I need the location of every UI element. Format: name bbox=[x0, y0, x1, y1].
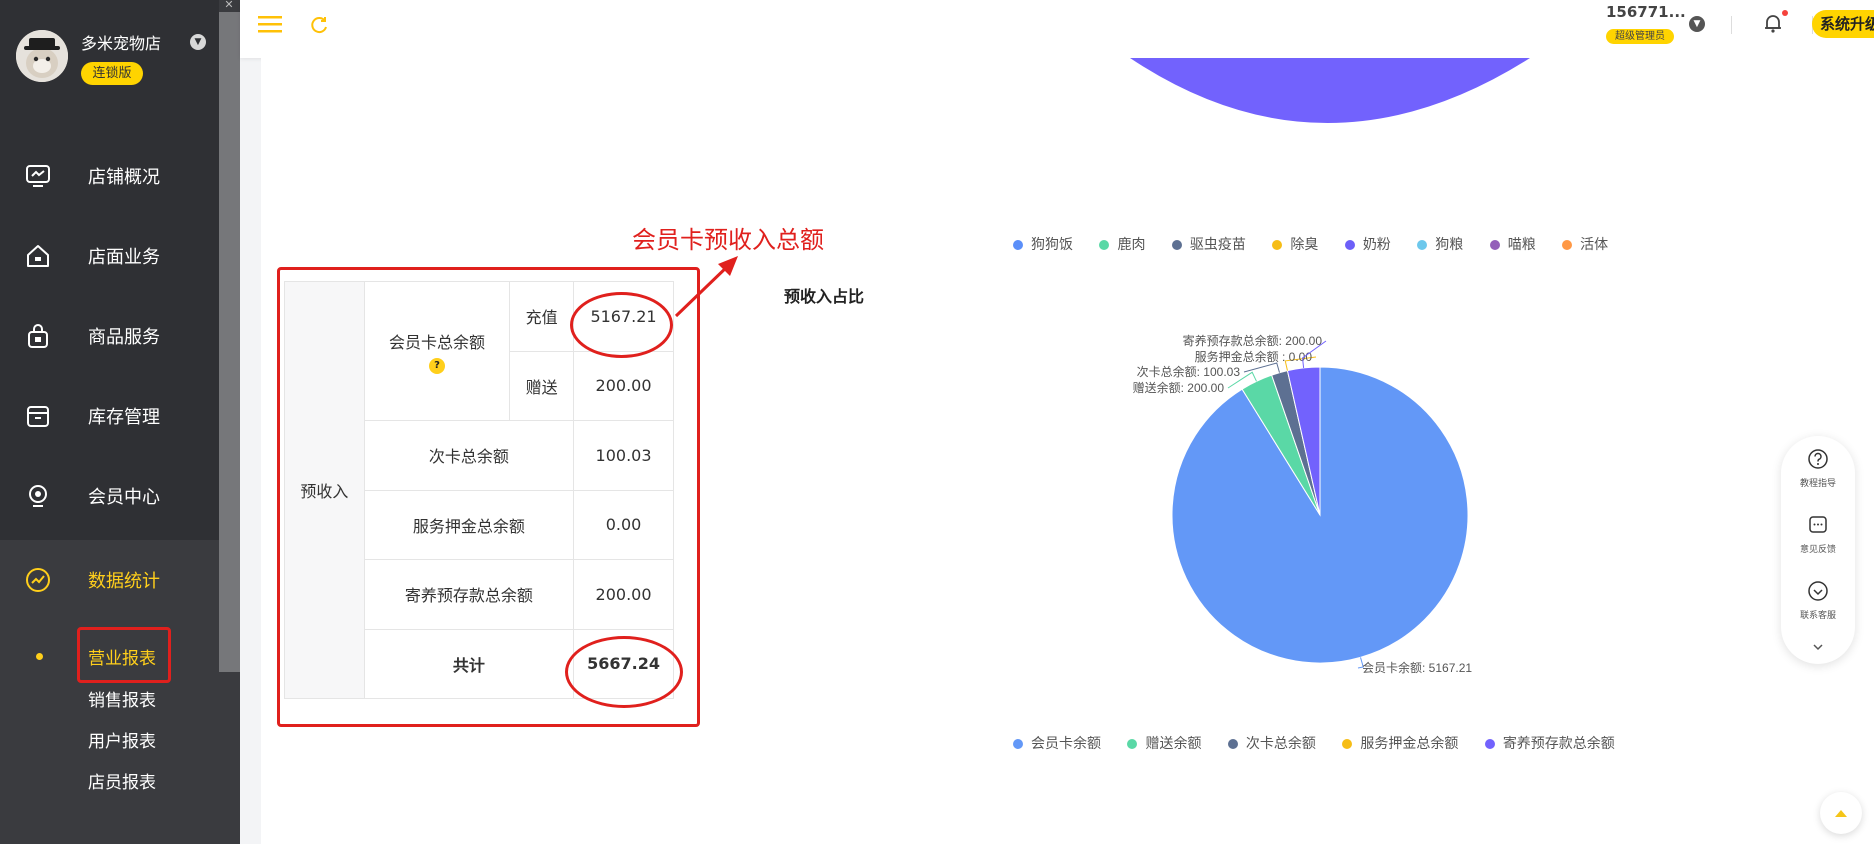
gift-value: 200.00 bbox=[573, 350, 674, 421]
service-label: 联系客服 bbox=[1799, 611, 1836, 621]
notification-dot bbox=[1782, 10, 1788, 16]
prefix-cell: 预收入 bbox=[284, 281, 365, 699]
sidebar-scrollbar-thumb[interactable] bbox=[219, 12, 240, 672]
submenu-user-report[interactable]: 用户报表 bbox=[88, 727, 156, 752]
legend-item[interactable]: 寄养预存款总余额 bbox=[1484, 733, 1615, 753]
question-icon bbox=[1808, 449, 1828, 469]
user-account[interactable]: 156771... bbox=[1606, 3, 1686, 21]
legend-item[interactable]: 活体 bbox=[1562, 234, 1608, 254]
legend-item[interactable]: 奶粉 bbox=[1344, 234, 1391, 254]
nav-label: 店铺概况 bbox=[88, 167, 160, 188]
legend-item[interactable]: 赠送余额 bbox=[1127, 733, 1201, 753]
legend-item[interactable]: 会员卡余额 bbox=[1013, 733, 1101, 753]
trend-icon bbox=[26, 568, 50, 592]
chart-legend: 会员卡余额 赠送余额 次卡总余额 服务押金总余额 寄养预存款总余额 bbox=[1013, 733, 1637, 753]
highlight-ellipse bbox=[565, 636, 683, 708]
legend-item[interactable]: 除臭 bbox=[1272, 234, 1318, 254]
user-dropdown-icon[interactable]: ▼ bbox=[1689, 16, 1705, 32]
nav-item-member-center[interactable]: 会员中心 bbox=[0, 456, 219, 536]
feedback-button[interactable]: 意见反馈 bbox=[1781, 514, 1855, 555]
pie-label: 寄养预存款总余额: 200.00 bbox=[1183, 333, 1323, 348]
arrow-up-icon bbox=[1835, 810, 1847, 817]
menu-icon[interactable] bbox=[258, 14, 282, 34]
row-value: 100.03 bbox=[573, 420, 674, 491]
nav-item-goods-service[interactable]: 商品服务 bbox=[0, 296, 219, 376]
previous-chart-pie bbox=[1130, 58, 1530, 123]
submenu-staff-report[interactable]: 店员报表 bbox=[88, 768, 156, 793]
nav-label: 商品服务 bbox=[88, 327, 160, 348]
prerevenue-pie-chart: 会员卡余额: 5167.21 赠送余额: 200.00次卡总余额: 100.03服… bbox=[1133, 333, 1473, 675]
legend-item[interactable]: 喵粮 bbox=[1489, 234, 1536, 254]
role-badge: 超级管理员 bbox=[1606, 29, 1674, 44]
nav-label: 会员中心 bbox=[88, 487, 160, 508]
bell-icon[interactable] bbox=[1762, 12, 1784, 34]
nav-label: 店面业务 bbox=[88, 247, 160, 268]
legend-item[interactable]: 次卡总余额 bbox=[1227, 733, 1316, 753]
total-label: 共计 bbox=[363, 628, 575, 699]
member-icon bbox=[29, 485, 47, 507]
pie-label: 赠送余额: 200.00 bbox=[1133, 380, 1225, 395]
chain-badge: 连锁版 bbox=[81, 62, 143, 85]
pie-label: 会员卡余额: 5167.21 bbox=[1362, 660, 1472, 675]
tutorial-button[interactable]: 教程指导 bbox=[1781, 448, 1855, 489]
nav-item-store-business[interactable]: 店面业务 bbox=[0, 216, 219, 296]
service-icon bbox=[1808, 581, 1828, 601]
sidebar: 多米宠物店 连锁版 ▼ 店铺概况 店面业务 商品服务 库存管理 会员中心 数据统… bbox=[0, 0, 219, 844]
bag-icon bbox=[28, 324, 48, 348]
row-value: 0.00 bbox=[573, 489, 674, 560]
nav-item-data-stats[interactable]: 数据统计 bbox=[0, 540, 219, 620]
pie-leader-line bbox=[1243, 362, 1280, 373]
refresh-icon[interactable] bbox=[308, 14, 330, 36]
nav-label: 数据统计 bbox=[88, 571, 160, 592]
float-help-panel: 教程指导 意见反馈 联系客服 bbox=[1781, 436, 1855, 664]
feedback-label: 意见反馈 bbox=[1799, 545, 1836, 555]
product-legend: 狗狗饭 鹿肉 驱虫疫苗 除臭 奶粉 狗粮 喵粮 活体 bbox=[1013, 234, 1630, 254]
box-icon bbox=[27, 406, 49, 427]
nav-item-store-overview[interactable]: 店铺概况 bbox=[0, 136, 219, 216]
close-icon[interactable]: ✕ bbox=[222, 0, 236, 10]
row-label: 寄养预存款总余额 bbox=[363, 559, 575, 630]
store-dropdown-icon[interactable]: ▼ bbox=[190, 34, 206, 50]
store-avatar[interactable] bbox=[16, 30, 68, 82]
monitor-icon bbox=[26, 165, 50, 187]
active-dot bbox=[36, 653, 43, 660]
gift-label: 赠送 bbox=[509, 350, 575, 421]
help-icon[interactable]: ? bbox=[429, 357, 445, 374]
store-name: 多米宠物店 bbox=[81, 34, 162, 53]
highlight-ellipse bbox=[570, 292, 673, 358]
submenu-sales-report[interactable]: 销售报表 bbox=[88, 686, 156, 711]
house-icon bbox=[27, 245, 49, 267]
row-value: 200.00 bbox=[573, 559, 674, 630]
scroll-to-top-button[interactable] bbox=[1820, 792, 1862, 834]
pie-label: 次卡总余额: 100.03 bbox=[1137, 364, 1241, 379]
tutorial-label: 教程指导 bbox=[1799, 479, 1836, 489]
chart-title: 预收入占比 bbox=[784, 287, 865, 306]
upgrade-button[interactable]: 系统升级 bbox=[1812, 10, 1874, 38]
customer-service-button[interactable]: 联系客服 bbox=[1781, 580, 1855, 621]
feedback-icon bbox=[1809, 516, 1827, 533]
legend-item[interactable]: 狗狗饭 bbox=[1013, 234, 1073, 254]
chevron-down-icon[interactable] bbox=[1811, 640, 1825, 654]
card-balance-label: 会员卡总余额 bbox=[388, 332, 485, 352]
legend-item[interactable]: 狗粮 bbox=[1417, 234, 1463, 254]
row-label: 服务押金总余额 bbox=[363, 489, 575, 560]
card-balance-cell: 会员卡总余额 ? bbox=[363, 281, 511, 421]
row-label: 次卡总余额 bbox=[363, 420, 575, 491]
nav-item-inventory[interactable]: 库存管理 bbox=[0, 376, 219, 456]
nav-label: 库存管理 bbox=[88, 407, 160, 428]
legend-item[interactable]: 驱虫疫苗 bbox=[1171, 234, 1246, 254]
highlight-box bbox=[77, 627, 171, 683]
recharge-label: 充值 bbox=[509, 281, 575, 352]
legend-item[interactable]: 服务押金总余额 bbox=[1342, 733, 1458, 753]
divider bbox=[1731, 16, 1732, 34]
legend-item[interactable]: 鹿肉 bbox=[1099, 234, 1145, 254]
pie-label: 服务押金总余额 : 0.00 bbox=[1195, 349, 1313, 364]
